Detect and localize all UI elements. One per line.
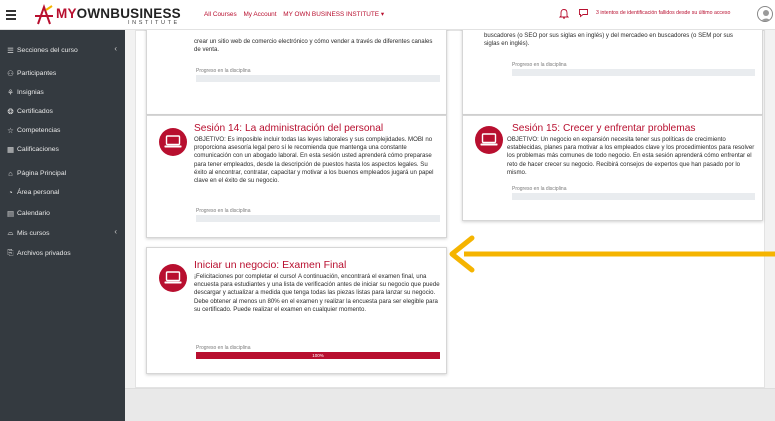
progress-percent: 100% [312,353,324,358]
top-navbar: MYOWNBUSINESS INSTITUTE All Courses My A… [0,0,775,30]
calendar-icon: ▤ [6,208,15,218]
section-description: crear un sitio web de comercio electróni… [194,38,433,54]
section-description: buscadores (o SEO por sus siglas en ingl… [484,32,733,48]
sidebar-item-label: Certificados [17,107,53,115]
sidebar-item-course-sections[interactable]: ☰ Secciones del curso ‹ [6,43,121,57]
logo-text: MYOWNBUSINESS [56,6,181,21]
sidebar-item-label: Página Principal [17,169,67,177]
user-icon [760,10,772,21]
section-card-session-15[interactable]: Sesión 15: Crecer y enfrentar problemas … [462,115,763,221]
sidebar-item-label: Competencias [17,126,61,134]
main-content: crear un sitio web de comercio electróni… [125,25,775,421]
progress-bar [512,69,755,76]
dashboard-icon: ◔ [8,187,13,197]
nav-all-courses[interactable]: All Courses [204,11,237,18]
home-icon: ⌂ [8,168,13,178]
section-description: OBJETIVO: Un negocio en expansión necesi… [507,136,755,176]
section-title[interactable]: Iniciar un negocio: Examen Final [194,259,346,271]
course-sections-panel: crear un sitio web de comercio electróni… [135,25,765,388]
sidebar-item-participants[interactable]: ⚇ Participantes [6,66,121,80]
sidebar-item-label: Secciones del curso [17,46,78,54]
nav-my-account[interactable]: My Account [243,11,276,18]
progress-label: Progreso en la disciplina [196,208,251,214]
progress-label: Progreso en la disciplina [512,62,567,68]
logo-figure-icon [35,4,53,25]
sidebar-item-label: Área personal [17,188,60,196]
page-footer [125,388,775,421]
laptop-icon [159,128,187,156]
failed-login-notice[interactable]: 3 intentos de identificación fallidos de… [596,10,730,16]
sidebar-item-badges[interactable]: ⚘ Insignias [6,85,121,99]
progress-label: Progreso en la disciplina [196,68,251,74]
section-description: ¡Felicitaciones por completar el curso! … [194,273,440,313]
sidebar-item-label: Calificaciones [17,145,59,153]
user-avatar[interactable] [757,6,773,22]
laptop-icon [159,264,187,292]
left-sidebar: ☰ Secciones del curso ‹ ⚇ Participantes … [0,30,125,421]
sidebar-item-competencies[interactable]: ☆ Competencias [6,123,121,137]
sidebar-item-label: Calendario [17,209,50,217]
progress-bar: 100% [196,352,440,359]
chevron-left-icon[interactable]: ‹ [114,44,117,53]
badge-icon: ⚘ [7,87,14,97]
sidebar-item-my-courses[interactable]: ⌓ Mis cursos ‹ [6,226,121,240]
progress-bar [196,75,440,82]
sidebar-item-private-files[interactable]: ⎘ Archivos privados [6,246,121,260]
sidebar-item-dashboard[interactable]: ◔ Área personal [6,185,121,199]
section-card[interactable]: crear un sitio web de comercio electróni… [146,25,447,115]
sidebar-item-certificates[interactable]: ❂ Certificados [6,104,121,118]
star-icon: ☆ [7,125,14,135]
bell-icon[interactable] [559,8,569,19]
sidebar-item-label: Archivos privados [17,249,71,257]
sidebar-item-label: Insignias [17,88,44,96]
section-card-final-exam[interactable]: Iniciar un negocio: Examen Final ¡Felici… [146,247,447,374]
sidebar-item-label: Mis cursos [17,229,50,237]
annotation-arrow-icon [449,235,775,273]
section-title[interactable]: Sesión 15: Crecer y enfrentar problemas [512,123,695,134]
sidebar-item-home[interactable]: ⌂ Página Principal [6,166,121,180]
sidebar-item-label: Participantes [17,69,57,77]
section-card[interactable]: buscadores (o SEO por sus siglas en ingl… [462,25,763,115]
section-title[interactable]: Sesión 14: La administración del persona… [194,123,383,134]
laptop-icon [475,126,503,154]
progress-label: Progreso en la disciplina [196,345,251,351]
sidebar-item-grades[interactable]: ▦ Calificaciones [6,142,121,156]
graduation-icon: ⌓ [7,228,14,237]
menu-icon[interactable] [6,10,16,20]
progress-bar [512,193,755,200]
section-description: OBJETIVO: Es imposible incluir todas las… [194,136,434,185]
list-icon: ☰ [7,45,14,55]
top-nav-links: All Courses My Account MY OWN BUSINESS I… [204,10,389,18]
file-icon: ⎘ [7,248,14,257]
logo-subtitle: INSTITUTE [128,20,180,26]
nav-institute-menu[interactable]: MY OWN BUSINESS INSTITUTE ▾ [283,11,384,18]
chevron-left-icon[interactable]: ‹ [114,227,117,236]
progress-label: Progreso en la disciplina [512,186,567,192]
users-icon: ⚇ [7,68,14,78]
sidebar-item-calendar[interactable]: ▤ Calendario [6,206,121,220]
site-logo[interactable]: MYOWNBUSINESS INSTITUTE [32,4,197,28]
grid-icon: ▦ [6,144,15,154]
certificate-icon: ❂ [7,106,14,116]
chat-icon[interactable] [578,8,589,18]
progress-bar [196,215,440,222]
section-card-session-14[interactable]: Sesión 14: La administración del persona… [146,115,447,238]
